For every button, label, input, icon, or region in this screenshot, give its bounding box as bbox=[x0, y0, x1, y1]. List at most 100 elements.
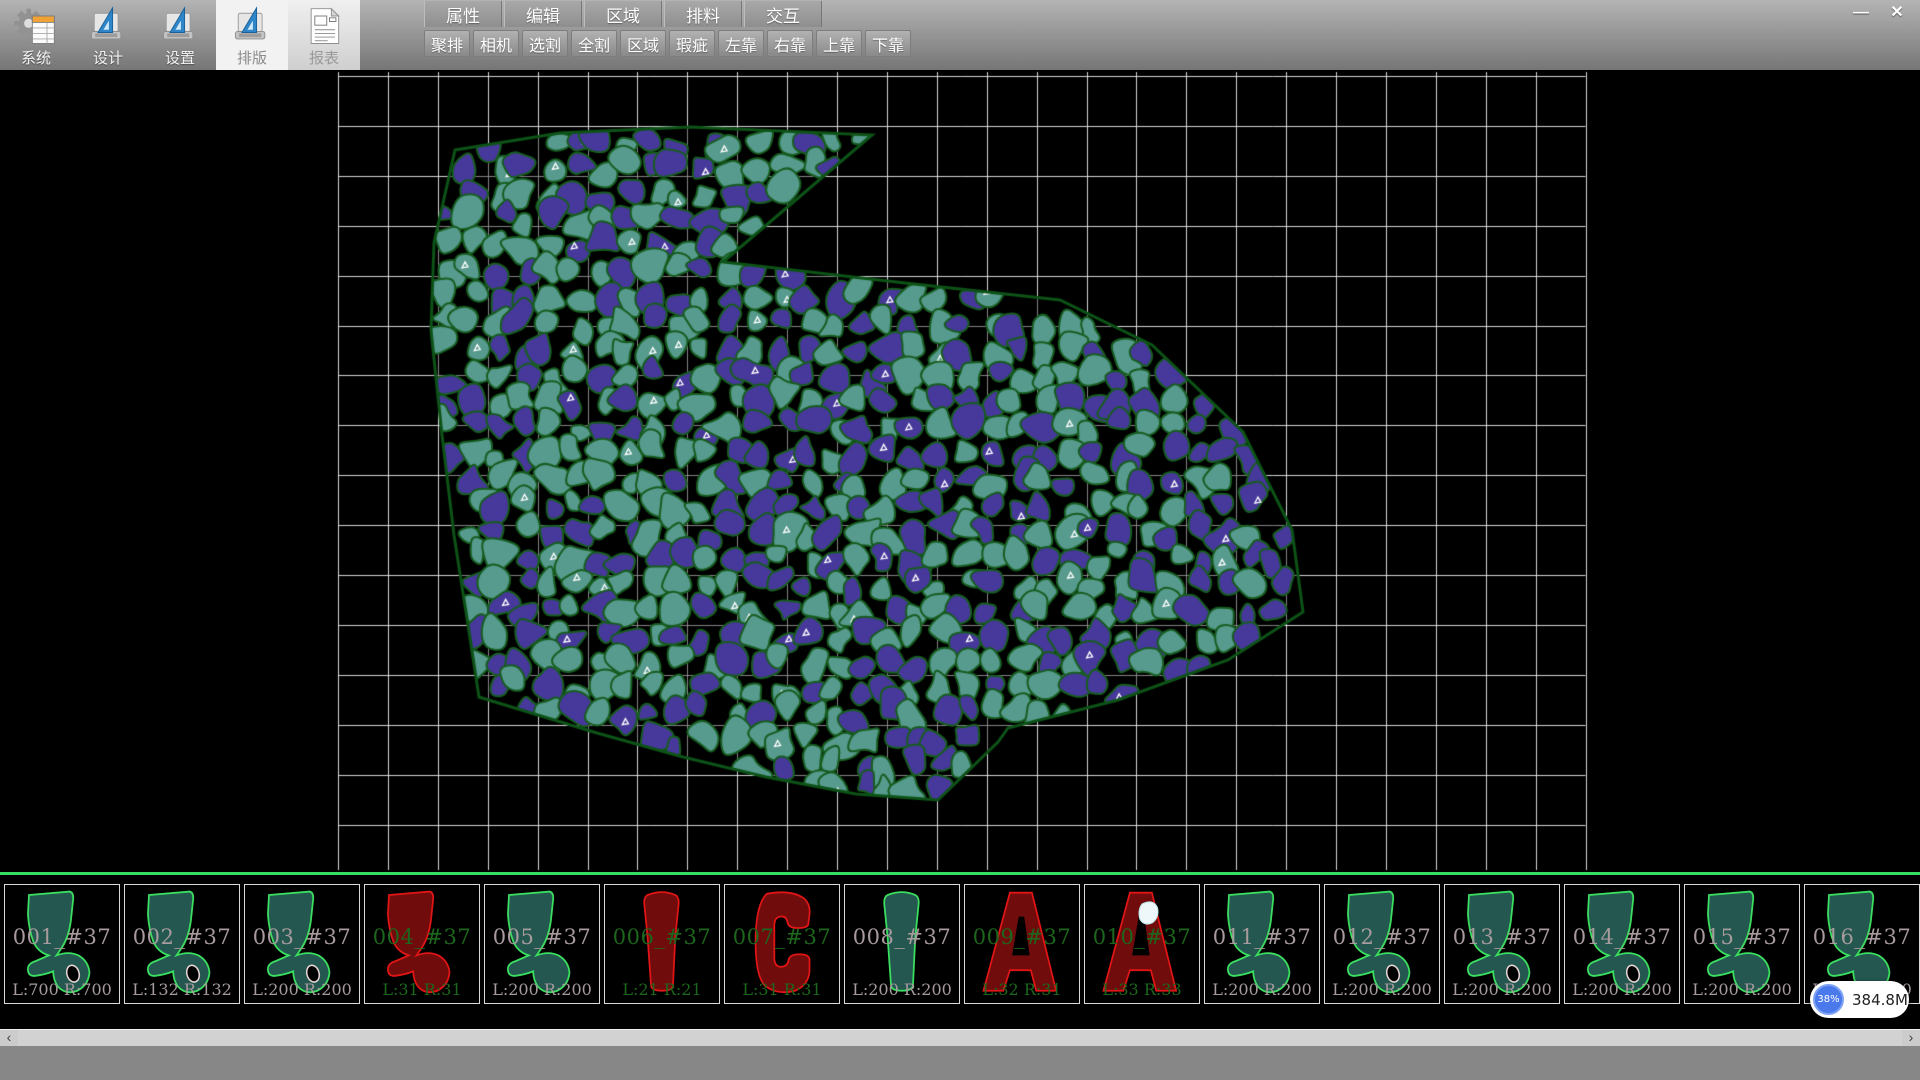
tool-button[interactable]: 选割 bbox=[522, 30, 568, 57]
piece-name: 008_#37 bbox=[845, 925, 959, 949]
tool-button[interactable]: 全割 bbox=[571, 30, 617, 57]
piece-thumbnail[interactable]: 003_#37 L:200 R:200 bbox=[244, 884, 360, 1004]
piece-name: 002_#37 bbox=[125, 925, 239, 949]
piece-lr-count: L:31 R:31 bbox=[725, 980, 839, 999]
piece-name: 015_#37 bbox=[1685, 925, 1799, 949]
tab-label: 排版 bbox=[237, 49, 267, 69]
menu-area: 属性编辑区域排料交互 聚排相机选割全割区域瑕疵左靠右靠上靠下靠 bbox=[424, 1, 914, 57]
menu-button[interactable]: 排料 bbox=[664, 1, 742, 27]
window-controls: — ✕ bbox=[1846, 2, 1912, 24]
menu-button[interactable]: 区域 bbox=[584, 1, 662, 27]
menu-row-tools: 聚排相机选割全割区域瑕疵左靠右靠上靠下靠 bbox=[424, 30, 914, 57]
scroll-track[interactable] bbox=[18, 1030, 1902, 1046]
piece-name: 009_#37 bbox=[965, 925, 1079, 949]
piece-thumbnail[interactable]: 005_#37 L:200 R:200 bbox=[484, 884, 600, 1004]
piece-name: 010_#37 bbox=[1085, 925, 1199, 949]
piece-thumbnail[interactable]: 004_#37 L:31 R:31 bbox=[364, 884, 480, 1004]
main-tab[interactable]: 排版 bbox=[216, 0, 288, 70]
tab-label: 设置 bbox=[165, 49, 195, 69]
tool-button-label: 右靠 bbox=[774, 38, 806, 55]
strip-divider bbox=[0, 872, 1920, 875]
piece-thumbnail[interactable]: 002_#37 L:132 R:132 bbox=[124, 884, 240, 1004]
piece-name: 013_#37 bbox=[1445, 925, 1559, 949]
scroll-left-arrow[interactable]: ‹ bbox=[0, 1030, 18, 1046]
tool-button[interactable]: 聚排 bbox=[424, 30, 470, 57]
ruler-laptop-icon bbox=[86, 5, 130, 49]
main-tab[interactable]: 报表 bbox=[288, 0, 360, 70]
tool-button[interactable]: 右靠 bbox=[767, 30, 813, 57]
piece-lr-count: L:21 R:21 bbox=[605, 980, 719, 999]
piece-lr-count: L:200 R:200 bbox=[1205, 980, 1319, 999]
piece-name: 011_#37 bbox=[1205, 925, 1319, 949]
main-tab[interactable]: 设计 bbox=[72, 0, 144, 70]
tab-icon bbox=[302, 0, 346, 49]
gear-table-icon bbox=[14, 5, 58, 49]
tool-button-label: 相机 bbox=[480, 38, 512, 55]
tab-label: 报表 bbox=[309, 49, 339, 69]
tool-button-label: 选割 bbox=[529, 38, 561, 55]
tool-button[interactable]: 上靠 bbox=[816, 30, 862, 57]
menu-button-label: 区域 bbox=[606, 7, 640, 26]
main-tab[interactable]: 系统 bbox=[0, 0, 72, 70]
tool-button-label: 左靠 bbox=[725, 38, 757, 55]
tool-button-label: 下靠 bbox=[872, 38, 904, 55]
close-button[interactable]: ✕ bbox=[1882, 2, 1912, 24]
piece-lr-count: L:200 R:200 bbox=[1685, 980, 1799, 999]
tab-icon bbox=[86, 0, 130, 49]
tool-button-label: 上靠 bbox=[823, 38, 855, 55]
piece-thumbnail[interactable]: 010_#37 L:33 R:33 bbox=[1084, 884, 1200, 1004]
menu-button[interactable]: 编辑 bbox=[504, 1, 582, 27]
piece-lr-count: L:31 R:31 bbox=[365, 980, 479, 999]
memory-value: 384.8M bbox=[1852, 991, 1908, 1009]
piece-thumbnail[interactable]: 009_#37 L:32 R:31 bbox=[964, 884, 1080, 1004]
tool-button-label: 瑕疵 bbox=[676, 38, 708, 55]
piece-thumbnail[interactable]: 013_#37 L:200 R:200 bbox=[1444, 884, 1560, 1004]
piece-thumbnail[interactable]: 011_#37 L:200 R:200 bbox=[1204, 884, 1320, 1004]
tool-button[interactable]: 区域 bbox=[620, 30, 666, 57]
scroll-right-arrow[interactable]: › bbox=[1902, 1030, 1920, 1046]
horizontal-scrollbar[interactable]: ‹ › bbox=[0, 1029, 1920, 1046]
piece-thumbnail[interactable]: 015_#37 L:200 R:200 bbox=[1684, 884, 1800, 1004]
tool-button[interactable]: 瑕疵 bbox=[669, 30, 715, 57]
menu-button[interactable]: 交互 bbox=[744, 1, 822, 27]
tool-button-label: 聚排 bbox=[431, 38, 463, 55]
tool-button[interactable]: 左靠 bbox=[718, 30, 764, 57]
menu-button-label: 交互 bbox=[766, 7, 800, 26]
report-document-icon bbox=[302, 5, 346, 49]
piece-thumbnail[interactable]: 014_#37 L:200 R:200 bbox=[1564, 884, 1680, 1004]
ruler-laptop-icon bbox=[230, 5, 274, 49]
piece-thumbnail-strip: 001_#37 L:700 R:700 002_#37 L:132 R:132 … bbox=[0, 884, 1920, 1004]
piece-lr-count: L:33 R:33 bbox=[1085, 980, 1199, 999]
piece-lr-count: L:200 R:200 bbox=[1565, 980, 1679, 999]
nesting-canvas[interactable] bbox=[0, 70, 1920, 872]
piece-lr-count: L:32 R:31 bbox=[965, 980, 1079, 999]
piece-thumbnail[interactable]: 008_#37 L:200 R:200 bbox=[844, 884, 960, 1004]
progress-circle: 38% bbox=[1813, 984, 1844, 1015]
tab-icon bbox=[158, 0, 202, 49]
menu-row-primary: 属性 编辑 区域 排料 交互 bbox=[424, 1, 914, 27]
piece-thumbnail[interactable]: 012_#37 L:200 R:200 bbox=[1324, 884, 1440, 1004]
menu-button-label: 排料 bbox=[686, 7, 720, 26]
tab-icon bbox=[230, 0, 274, 49]
piece-lr-count: L:200 R:200 bbox=[1445, 980, 1559, 999]
piece-name: 014_#37 bbox=[1565, 925, 1679, 949]
tool-button[interactable]: 下靠 bbox=[865, 30, 911, 57]
menu-button-label: 编辑 bbox=[526, 7, 560, 26]
piece-name: 012_#37 bbox=[1325, 925, 1439, 949]
piece-lr-count: L:200 R:200 bbox=[485, 980, 599, 999]
piece-lr-count: L:700 R:700 bbox=[5, 980, 119, 999]
main-tab[interactable]: 设置 bbox=[144, 0, 216, 70]
bottom-frame bbox=[0, 1046, 1920, 1080]
piece-lr-count: L:200 R:200 bbox=[845, 980, 959, 999]
tool-button[interactable]: 相机 bbox=[473, 30, 519, 57]
piece-lr-count: L:200 R:200 bbox=[245, 980, 359, 999]
piece-thumbnail[interactable]: 006_#37 L:21 R:21 bbox=[604, 884, 720, 1004]
minimize-button[interactable]: — bbox=[1846, 2, 1876, 24]
menu-button[interactable]: 属性 bbox=[424, 1, 502, 27]
main-tabs: 系统 设计 bbox=[0, 0, 360, 70]
piece-thumbnail[interactable]: 007_#37 L:31 R:31 bbox=[724, 884, 840, 1004]
piece-name: 016_#37 bbox=[1805, 925, 1919, 949]
piece-thumbnail[interactable]: 001_#37 L:700 R:700 bbox=[4, 884, 120, 1004]
toolbar: 系统 设计 bbox=[0, 0, 1920, 71]
tab-label: 系统 bbox=[21, 49, 51, 69]
